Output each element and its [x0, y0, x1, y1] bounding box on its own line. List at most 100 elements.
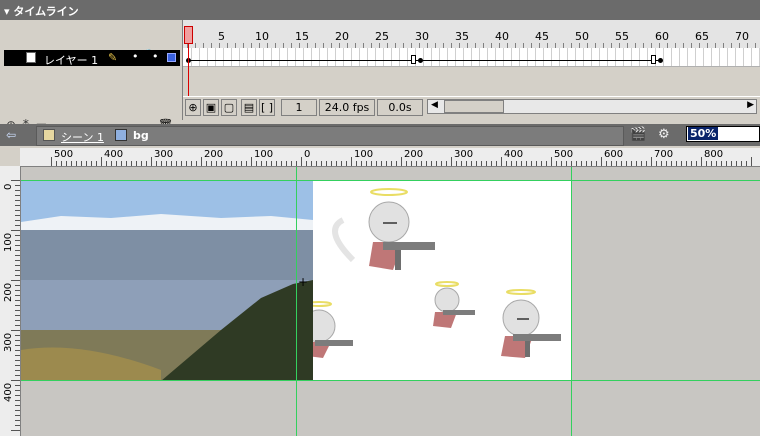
scrollbar-thumb[interactable]	[444, 100, 504, 113]
edit-symbol-icon[interactable]: ⚙	[658, 127, 678, 143]
playhead[interactable]	[184, 26, 193, 44]
frame-cell[interactable]	[351, 48, 352, 66]
frame-cell[interactable]	[423, 48, 424, 66]
frame-cell[interactable]	[191, 48, 192, 66]
frame-cell[interactable]	[199, 48, 200, 66]
outline-color-swatch[interactable]	[167, 53, 176, 62]
frame-cell[interactable]	[295, 48, 296, 66]
pencil-icon[interactable]: ✎	[108, 51, 117, 64]
frame-cell[interactable]	[223, 48, 224, 66]
frame-cell[interactable]	[751, 48, 752, 66]
frame-cell[interactable]	[215, 48, 216, 66]
frame-cell[interactable]	[247, 48, 248, 66]
frame-cell[interactable]	[591, 48, 592, 66]
frame-cell[interactable]	[543, 48, 544, 66]
frame-cell[interactable]	[695, 48, 696, 66]
frame-cell[interactable]	[535, 48, 536, 66]
modify-markers-icon[interactable]: [ ]	[259, 99, 275, 116]
timeline-panel-header[interactable]: ▾ タイムライン	[0, 0, 760, 20]
frame-cell[interactable]	[303, 48, 304, 66]
breadcrumb-scene[interactable]: シーン 1	[61, 129, 104, 145]
frame-cell[interactable]	[671, 48, 672, 66]
frame-cell[interactable]	[503, 48, 504, 66]
frame-cell[interactable]	[255, 48, 256, 66]
frame-cell[interactable]	[679, 48, 680, 66]
edit-multiple-frames-icon[interactable]: ▤	[241, 99, 257, 116]
frame-rate[interactable]: 24.0 fps	[319, 99, 375, 116]
frame-cell[interactable]	[559, 48, 560, 66]
scroll-right-icon[interactable]: ▶	[747, 100, 754, 110]
tween-line[interactable]	[189, 60, 659, 61]
breadcrumb-symbol[interactable]: bg	[133, 129, 149, 142]
frame-cell[interactable]	[279, 48, 280, 66]
frame-cell[interactable]	[663, 48, 664, 66]
frame-cell[interactable]	[487, 48, 488, 66]
frame-cell[interactable]	[463, 48, 464, 66]
frame-cell[interactable]	[479, 48, 480, 66]
frame-cell[interactable]	[511, 48, 512, 66]
horizontal-ruler[interactable]: 500 400 300 200 100 0 100 200 300 400 500 600 700 800	[20, 148, 760, 167]
frame-cell[interactable]	[735, 48, 736, 66]
frame-cell[interactable]	[711, 48, 712, 66]
stage[interactable]	[302, 180, 571, 381]
frame-cell[interactable]	[383, 48, 384, 66]
zoom-input[interactable]: 50%	[686, 126, 760, 142]
frame-cell[interactable]	[263, 48, 264, 66]
frame-cell[interactable]	[367, 48, 368, 66]
frame-cell[interactable]	[471, 48, 472, 66]
visibility-dot[interactable]: •	[132, 50, 139, 63]
guide-horizontal-bottom[interactable]	[21, 380, 760, 381]
frame-cell[interactable]	[327, 48, 328, 66]
frame-cell[interactable]	[495, 48, 496, 66]
frame-cell[interactable]	[455, 48, 456, 66]
layer-row[interactable]: レイヤー 1 ✎ • •	[4, 50, 180, 67]
frame-cell[interactable]	[703, 48, 704, 66]
frame-cell[interactable]	[439, 48, 440, 66]
frame-ruler[interactable]: 1510152025303540455055606570	[183, 20, 760, 49]
frame-cell[interactable]	[207, 48, 208, 66]
end-frame[interactable]	[411, 55, 416, 64]
end-frame[interactable]	[651, 55, 656, 64]
frame-cell[interactable]	[343, 48, 344, 66]
keyframe[interactable]	[658, 58, 663, 63]
frame-cell[interactable]	[239, 48, 240, 66]
frame-row[interactable]	[183, 48, 760, 67]
frame-cell[interactable]	[519, 48, 520, 66]
edit-scene-icon[interactable]: 🎬	[630, 127, 650, 143]
frame-cell[interactable]	[399, 48, 400, 66]
onion-outline-icon[interactable]: ▢	[221, 99, 237, 116]
frame-cell[interactable]	[647, 48, 648, 66]
frame-cell[interactable]	[687, 48, 688, 66]
background-photo[interactable]	[21, 180, 313, 381]
frame-cell[interactable]	[287, 48, 288, 66]
scroll-left-icon[interactable]: ◀	[431, 100, 438, 110]
frame-cell[interactable]	[567, 48, 568, 66]
frame-cell[interactable]	[575, 48, 576, 66]
frame-cell[interactable]	[551, 48, 552, 66]
frame-cell[interactable]	[375, 48, 376, 66]
guide-vertical-right[interactable]	[571, 167, 572, 436]
guide-horizontal-top[interactable]	[21, 180, 760, 181]
frame-cell[interactable]	[311, 48, 312, 66]
timeline-scrollbar[interactable]: ◀ ▶	[427, 99, 757, 114]
angel-artwork[interactable]	[302, 180, 571, 381]
onion-skin-icon[interactable]: ▣	[203, 99, 219, 116]
frame-cell[interactable]	[359, 48, 360, 66]
center-frame-icon[interactable]: ⊕	[185, 99, 201, 116]
frame-cell[interactable]	[319, 48, 320, 66]
frame-cell[interactable]	[623, 48, 624, 66]
frame-cell[interactable]	[719, 48, 720, 66]
frame-cell[interactable]	[231, 48, 232, 66]
frame-cell[interactable]	[631, 48, 632, 66]
frame-cell[interactable]	[583, 48, 584, 66]
back-arrow-icon[interactable]: ⇦	[6, 128, 16, 142]
frame-cell[interactable]	[615, 48, 616, 66]
frame-cell[interactable]	[271, 48, 272, 66]
frame-cell[interactable]	[407, 48, 408, 66]
frame-cell[interactable]	[607, 48, 608, 66]
vertical-ruler[interactable]: 0 100 200 300 400	[0, 166, 21, 436]
frame-cell[interactable]	[639, 48, 640, 66]
frame-cell[interactable]	[527, 48, 528, 66]
frame-cell[interactable]	[727, 48, 728, 66]
keyframe[interactable]	[418, 58, 423, 63]
